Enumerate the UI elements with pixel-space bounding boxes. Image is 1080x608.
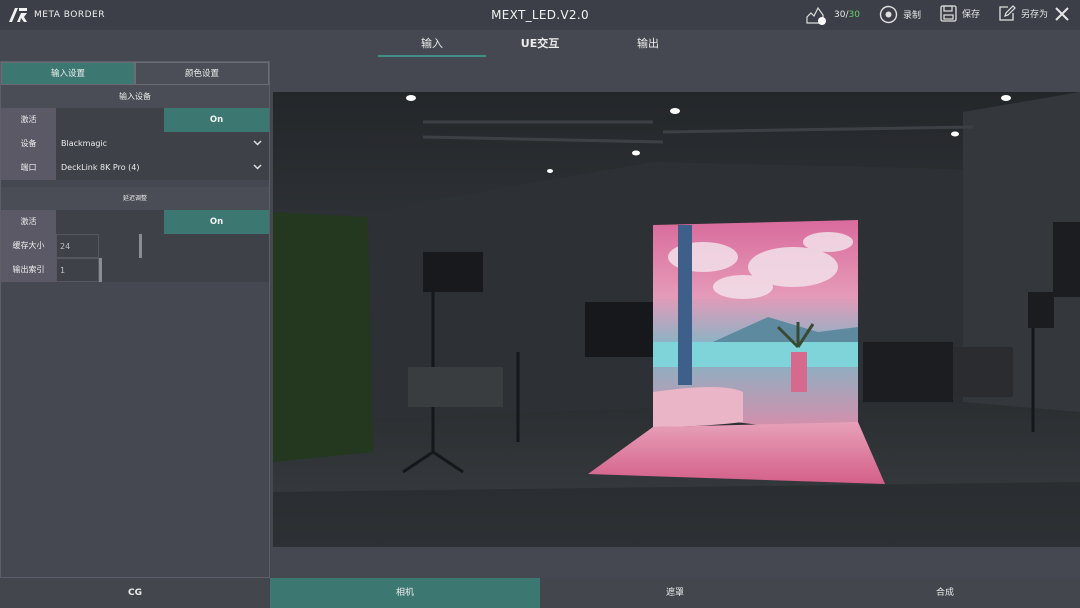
device-label: 设备 <box>1 132 56 156</box>
buffer-size-label: 缓存大小 <box>1 234 56 258</box>
bottom-tab-camera[interactable]: 相机 <box>270 578 540 608</box>
save-as-icon <box>999 5 1016 21</box>
subtab-input-settings[interactable]: 输入设置 <box>1 62 135 85</box>
fps-max: 30 <box>848 10 860 20</box>
save-as-label: 另存为 <box>1021 10 1049 20</box>
save-icon <box>940 5 957 22</box>
input-activate-row: 激活 On <box>1 108 269 132</box>
buffer-size-input[interactable]: 24 <box>56 234 99 258</box>
save-button[interactable]: 保存 <box>940 5 980 22</box>
bottom-tab-cg[interactable]: CG <box>0 578 270 608</box>
delay-activate-label: 激活 <box>1 210 56 234</box>
subtab-color-settings[interactable]: 颜色设置 <box>135 62 269 85</box>
tab-output[interactable]: 输出 <box>594 30 702 58</box>
save-as-button[interactable]: 另存为 <box>998 5 1048 22</box>
device-row: 设备 Blackmagic <box>1 132 269 156</box>
port-select[interactable]: DeckLink 8K Pro (4) <box>56 156 269 180</box>
buffer-size-row: 缓存大小 24 <box>1 234 269 258</box>
delay-activate-off[interactable] <box>56 210 164 234</box>
record-icon <box>879 5 898 24</box>
tab-ue-interaction[interactable]: UE交互 <box>486 30 594 58</box>
camera-preview <box>273 92 1080 547</box>
buffer-size-slider-handle[interactable] <box>139 234 142 258</box>
delay-heading: 延迟调整 <box>1 187 269 210</box>
port-row: 端口 DeckLink 8K Pro (4) <box>1 156 269 180</box>
delay-activate-row: 激活 On <box>1 210 269 234</box>
fps-current: 30 <box>834 10 846 20</box>
output-index-label: 输出索引 <box>1 258 56 282</box>
device-select[interactable]: Blackmagic <box>56 132 269 156</box>
bottom-tabs: CG 相机 遮罩 合成 <box>0 578 1080 608</box>
input-device-heading: 输入设备 <box>1 85 269 108</box>
buffer-size-slider[interactable] <box>99 234 269 258</box>
close-icon[interactable] <box>1054 6 1070 22</box>
output-index-row: 输出索引 1 <box>1 258 269 282</box>
output-index-slider[interactable] <box>99 258 269 282</box>
fps-gauge-icon <box>806 6 826 25</box>
bottom-tab-mask[interactable]: 遮罩 <box>540 578 810 608</box>
panel-subtabs: 输入设置 颜色设置 <box>1 62 269 85</box>
top-bar: META BORDER MEXT_LED.V2.0 30/30 录制 保存 另存… <box>0 0 1080 30</box>
input-activate-label: 激活 <box>1 108 56 132</box>
bottom-tab-composite[interactable]: 合成 <box>810 578 1080 608</box>
studio-scene-image <box>273 92 1080 547</box>
chevron-down-icon <box>253 140 262 146</box>
save-label: 保存 <box>962 10 981 20</box>
main-tabs: 输入 UE交互 输出 <box>378 30 702 58</box>
tab-input[interactable]: 输入 <box>378 30 486 58</box>
delay-activate-on[interactable]: On <box>164 210 269 234</box>
record-label: 录制 <box>903 11 922 21</box>
fps-indicator: 30/30 <box>806 5 860 25</box>
port-value: DeckLink 8K Pro (4) <box>61 163 140 172</box>
settings-panel: 输入设置 颜色设置 输入设备 激活 On 设备 Blackmagic 端口 De… <box>0 61 270 578</box>
input-activate-off[interactable] <box>56 108 164 132</box>
record-button[interactable]: 录制 <box>879 5 921 24</box>
output-index-slider-handle[interactable] <box>99 258 102 282</box>
port-label: 端口 <box>1 156 56 180</box>
device-value: Blackmagic <box>61 139 108 148</box>
chevron-down-icon <box>253 164 262 170</box>
input-activate-on[interactable]: On <box>164 108 269 132</box>
output-index-input[interactable]: 1 <box>56 258 99 282</box>
